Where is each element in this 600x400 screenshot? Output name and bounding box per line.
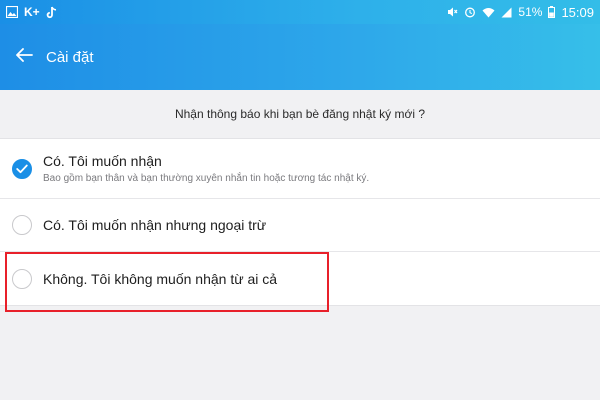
status-bar: K+ 51% 15:09 — [0, 0, 600, 24]
app-bar: Cài đặt — [0, 24, 600, 90]
page-title: Cài đặt — [46, 48, 94, 66]
tiktok-icon — [46, 6, 58, 19]
wifi-icon — [482, 7, 495, 18]
option-title: Không. Tôi không muốn nhận từ ai cả — [43, 270, 278, 287]
status-left: K+ — [6, 5, 58, 19]
radio-checked-icon[interactable] — [12, 158, 32, 179]
radio-unchecked-icon[interactable] — [12, 215, 32, 235]
image-icon — [6, 6, 18, 18]
battery-percent: 51% — [518, 5, 543, 19]
option-yes-text: Có. Tôi muốn nhận Bao gồm bạn thân và bạ… — [43, 153, 369, 184]
options-list: Có. Tôi muốn nhận Bao gồm bạn thân và bạ… — [0, 138, 600, 306]
option-yes-except[interactable]: Có. Tôi muốn nhận nhưng ngoại trừ — [0, 199, 600, 252]
option-no[interactable]: Không. Tôi không muốn nhận từ ai cả — [0, 252, 600, 305]
alarm-icon — [464, 6, 476, 18]
back-button[interactable] — [0, 33, 48, 81]
mute-icon — [446, 6, 458, 18]
option-yes[interactable]: Có. Tôi muốn nhận Bao gồm bạn thân và bạ… — [0, 139, 600, 199]
kplus-label: K+ — [24, 5, 40, 19]
option-subtitle: Bao gồm bạn thân và bạn thường xuyên nhắ… — [43, 173, 370, 184]
clock: 15:09 — [561, 4, 594, 20]
arrow-left-icon — [15, 47, 33, 67]
signal-icon — [501, 7, 512, 18]
option-no-text: Không. Tôi không muốn nhận từ ai cả — [43, 271, 277, 287]
radio-unchecked-icon[interactable] — [12, 268, 32, 289]
option-title: Có. Tôi muốn nhận nhưng ngoại trừ — [43, 217, 267, 233]
status-right: 51% 15:09 — [446, 5, 594, 20]
question-text: Nhận thông báo khi bạn bè đăng nhật ký m… — [0, 90, 600, 138]
option-yes-except-text: Có. Tôi muốn nhận nhưng ngoại trừ — [43, 217, 266, 233]
battery-icon — [548, 6, 556, 18]
option-title: Có. Tôi muốn nhận — [43, 153, 162, 169]
